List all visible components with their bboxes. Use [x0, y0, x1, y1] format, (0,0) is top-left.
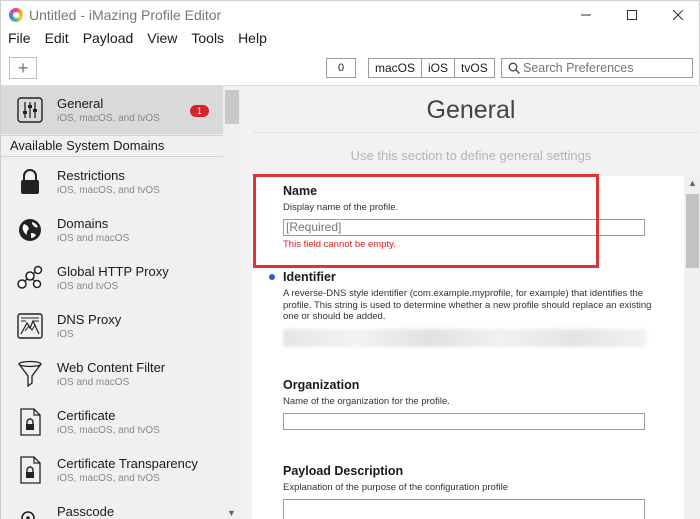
app-logo-icon — [9, 8, 23, 22]
identifier-label: Identifier — [283, 270, 336, 284]
platform-ios-button[interactable]: iOS — [422, 59, 456, 77]
search-input[interactable] — [523, 61, 683, 75]
sidebar-item-certificate[interactable]: Certificate iOS, macOS, and tvOS — [1, 398, 223, 446]
sidebar-item-label: Restrictions — [57, 168, 125, 183]
sidebar-scrollbar-thumb[interactable] — [225, 90, 239, 124]
sidebar-item-label: Web Content Filter — [57, 360, 166, 375]
payload-description-field-group: Payload Description Explanation of the p… — [283, 464, 653, 519]
funnel-icon — [15, 359, 45, 389]
highlight-box — [253, 174, 599, 268]
menu-view[interactable]: View — [140, 28, 184, 48]
sidebar-item-platforms: iOS, macOS, and tvOS — [57, 425, 160, 436]
sidebar-item-dns-proxy[interactable]: DNS Proxy iOS — [1, 302, 223, 350]
close-icon — [673, 10, 683, 20]
identifier-description: A reverse-DNS style identifier (com.exam… — [283, 288, 652, 322]
scroll-down-arrow-icon[interactable]: ▼ — [227, 508, 236, 518]
main-scrollbar-thumb[interactable] — [686, 194, 699, 268]
platform-tvos-button[interactable]: tvOS — [455, 59, 494, 77]
organization-label: Organization — [283, 378, 360, 392]
sidebar-item-restrictions[interactable]: Restrictions iOS, macOS, and tvOS — [1, 158, 223, 206]
sidebar-item-label: Global HTTP Proxy — [57, 264, 169, 279]
search-icon — [505, 59, 523, 77]
app-window: Untitled - iMazing Profile Editor File E… — [0, 0, 700, 519]
sidebar-item-label: Certificate — [57, 408, 116, 423]
sidebar-item-label: DNS Proxy — [57, 312, 122, 327]
sidebar-item-platforms: iOS and macOS — [57, 377, 130, 388]
maximize-button[interactable] — [609, 1, 655, 29]
sidebar-item-platforms: iOS and tvOS — [57, 281, 119, 292]
minimize-icon — [581, 14, 591, 16]
zero-button[interactable]: 0 — [326, 58, 356, 78]
sidebar-item-certificate-transparency[interactable]: Certificate Transparency iOS, macOS, and… — [1, 446, 223, 494]
sidebar-item-platforms: iOS, macOS, and tvOS — [57, 113, 160, 124]
identifier-input[interactable] — [283, 328, 647, 347]
organization-description: Name of the organization for the profile… — [283, 396, 450, 407]
main-scrollbar[interactable]: ▲ — [684, 176, 700, 519]
sliders-icon — [15, 95, 45, 125]
sidebar-item-label: Certificate Transparency — [57, 456, 198, 471]
title-divider — [253, 132, 699, 133]
certificate-icon — [15, 407, 45, 437]
menu-file[interactable]: File — [1, 28, 38, 48]
sidebar-item-web-content-filter[interactable]: Web Content Filter iOS and macOS — [1, 350, 223, 398]
sidebar-item-global-http-proxy[interactable]: Global HTTP Proxy iOS and tvOS — [1, 254, 223, 302]
organization-field-group: Organization Name of the organization fo… — [283, 378, 653, 430]
toolbar: + 0 macOS iOS tvOS — [1, 53, 700, 83]
sidebar-item-label: Passcode — [57, 504, 115, 519]
sidebar-item-domains[interactable]: Domains iOS and macOS — [1, 206, 223, 254]
window-controls — [563, 1, 700, 29]
menu-payload[interactable]: Payload — [76, 28, 141, 48]
menu-bar: File Edit Payload View Tools Help — [1, 28, 274, 48]
sidebar-item-platforms: iOS, macOS, and tvOS — [57, 185, 160, 196]
dns-icon — [15, 311, 45, 341]
menu-edit[interactable]: Edit — [38, 28, 76, 48]
payload-description-description: Explanation of the purpose of the config… — [283, 482, 508, 493]
sidebar-item-general[interactable]: General iOS, macOS, and tvOS 1 — [1, 86, 223, 134]
minimize-button[interactable] — [563, 1, 609, 29]
sidebar-item-platforms: iOS — [57, 329, 74, 340]
close-button[interactable] — [655, 1, 700, 29]
globe-icon — [15, 215, 45, 245]
section-description: Use this section to define general setti… — [350, 148, 592, 163]
network-icon — [15, 263, 45, 293]
organization-input[interactable] — [283, 412, 645, 430]
add-payload-button[interactable]: + — [9, 57, 37, 79]
menu-help[interactable]: Help — [231, 28, 274, 48]
payload-description-input[interactable] — [283, 498, 645, 519]
sidebar: General iOS, macOS, and tvOS 1 Available… — [1, 86, 241, 519]
title-bar: Untitled - iMazing Profile Editor — [1, 1, 700, 29]
platform-macos-button[interactable]: macOS — [369, 59, 423, 77]
lock-icon — [15, 167, 45, 197]
sidebar-scrollbar[interactable]: ▼ — [223, 86, 241, 519]
search-box[interactable] — [501, 58, 693, 78]
menu-tools[interactable]: Tools — [184, 28, 231, 48]
identifier-field-group: Identifier A reverse-DNS style identifie… — [283, 270, 653, 347]
main-panel: General Use this section to define gener… — [241, 86, 700, 519]
required-indicator-icon — [269, 274, 275, 280]
maximize-icon — [627, 10, 637, 20]
sidebar-item-label: General — [57, 96, 104, 111]
sidebar-item-passcode[interactable]: Passcode — [1, 494, 223, 519]
error-count-badge: 1 — [190, 105, 209, 117]
page-title: General — [426, 96, 516, 124]
window-title: Untitled - iMazing Profile Editor — [29, 7, 222, 23]
certificate-icon — [15, 455, 45, 485]
sidebar-section-header: Available System Domains — [1, 135, 223, 157]
sidebar-item-platforms: iOS and macOS — [57, 233, 130, 244]
sidebar-item-platforms: iOS, macOS, and tvOS — [57, 473, 160, 484]
sidebar-item-label: Domains — [57, 216, 109, 231]
payload-description-label: Payload Description — [283, 464, 404, 478]
scroll-up-arrow-icon[interactable]: ▲ — [688, 178, 697, 188]
platform-selector: macOS iOS tvOS — [368, 58, 495, 78]
passcode-icon — [15, 503, 45, 519]
